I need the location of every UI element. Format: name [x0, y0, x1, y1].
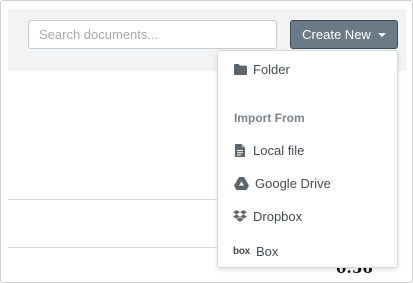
menu-item-label: Google Drive — [255, 175, 331, 191]
menu-item-dropbox[interactable]: Dropbox — [218, 203, 397, 229]
menu-item-folder[interactable]: Folder — [218, 56, 397, 82]
box-logo-icon: box — [233, 245, 250, 257]
folder-icon — [233, 63, 247, 75]
caret-down-icon — [377, 32, 386, 37]
create-new-button[interactable]: Create New — [290, 20, 398, 49]
create-new-dropdown-menu: Folder Import From Local file Google Dri… — [217, 50, 398, 268]
dropbox-icon — [233, 209, 247, 223]
search-input[interactable] — [28, 20, 277, 49]
menu-item-box[interactable]: box Box — [218, 238, 397, 264]
menu-item-label: Box — [256, 243, 279, 259]
file-icon — [233, 143, 247, 157]
list-divider — [8, 247, 228, 248]
menu-item-google-drive[interactable]: Google Drive — [218, 170, 397, 196]
menu-item-label: Folder — [253, 61, 290, 77]
import-from-header: Import From — [234, 111, 305, 125]
app-window: Create New 0:56 Folder Import From — [0, 0, 413, 283]
list-divider — [8, 199, 228, 200]
menu-item-local-file[interactable]: Local file — [218, 137, 397, 163]
google-drive-icon — [233, 176, 249, 190]
menu-item-label: Local file — [253, 142, 305, 158]
menu-item-label: Dropbox — [253, 208, 303, 224]
create-new-label: Create New — [302, 27, 371, 42]
